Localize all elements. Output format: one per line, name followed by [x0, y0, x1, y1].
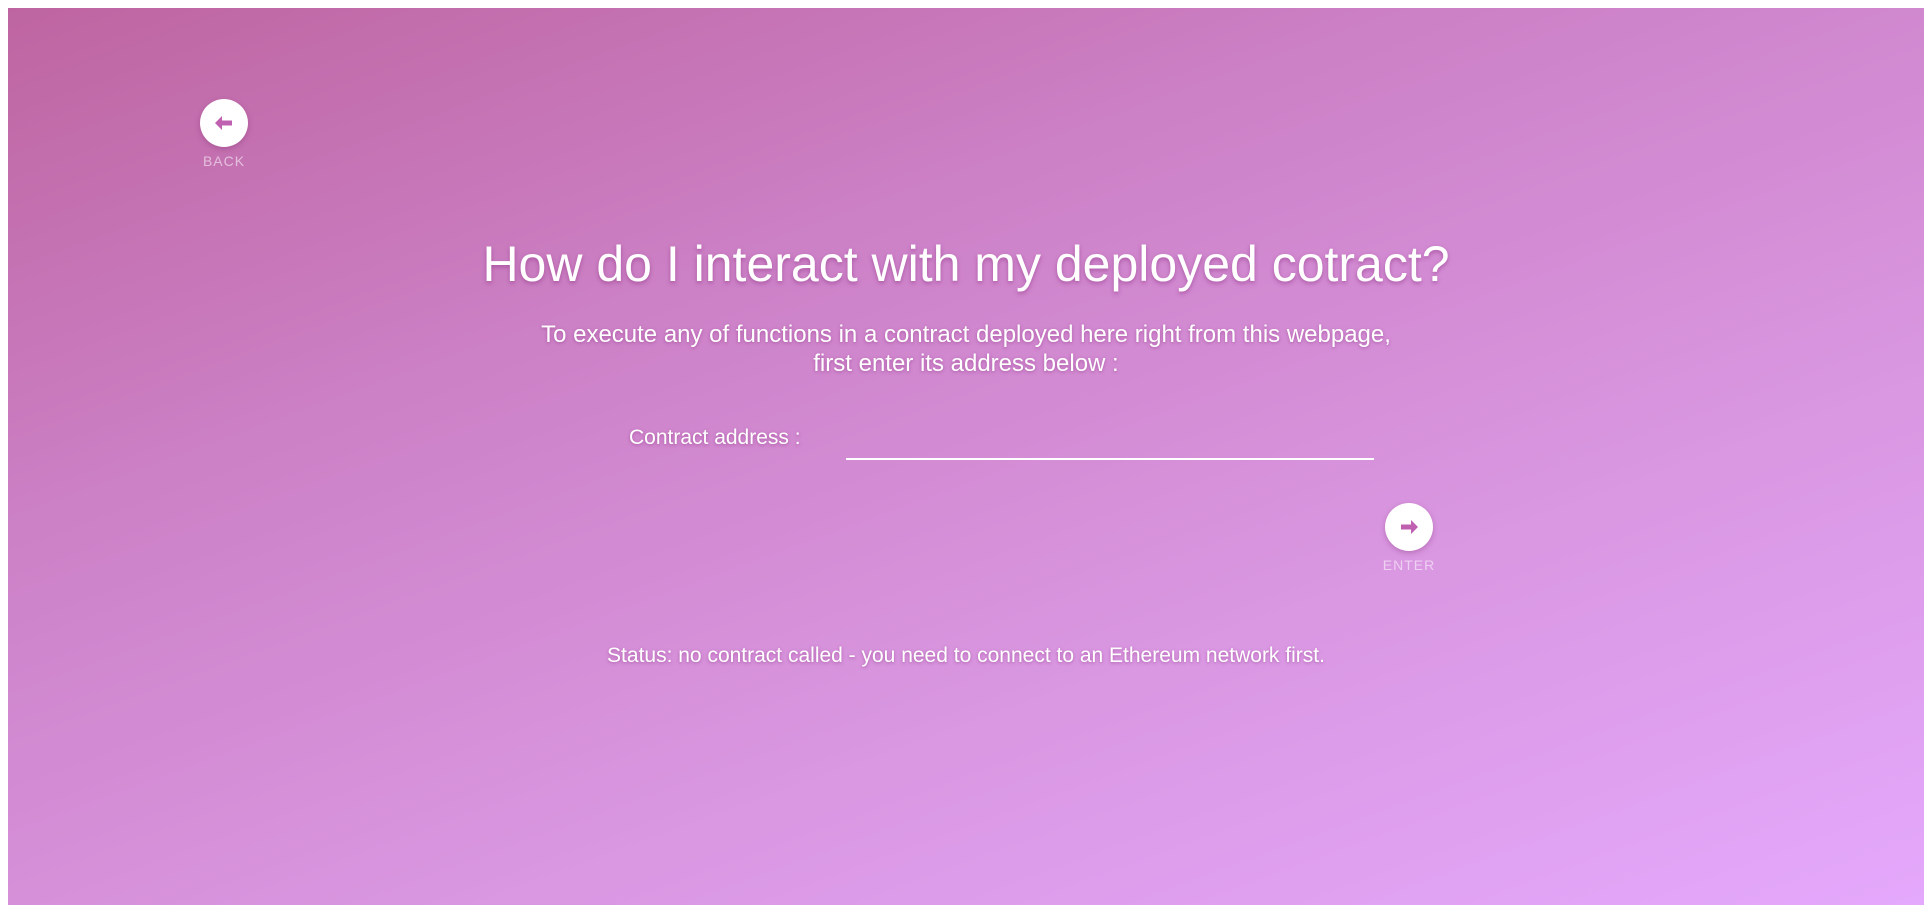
contract-address-input[interactable]: [846, 420, 1374, 460]
arrow-left-icon: [214, 115, 234, 131]
arrow-right-icon: [1399, 519, 1419, 535]
page-background: BACK How do I interact with my deployed …: [8, 8, 1924, 905]
subtitle-line-2: first enter its address below :: [813, 350, 1119, 377]
page-title: How do I interact with my deployed cotra…: [482, 236, 1450, 292]
enter-button[interactable]: [1385, 503, 1433, 551]
page-subtitle: To execute any of functions in a contrac…: [8, 320, 1924, 378]
back-button[interactable]: [200, 99, 248, 147]
subtitle-line-1: To execute any of functions in a contrac…: [541, 321, 1391, 348]
enter-caption: ENTER: [1382, 557, 1436, 573]
status-text: Status: no contract called - you need to…: [607, 644, 1325, 667]
contract-address-label: Contract address :: [629, 426, 801, 449]
back-caption: BACK: [202, 153, 246, 169]
